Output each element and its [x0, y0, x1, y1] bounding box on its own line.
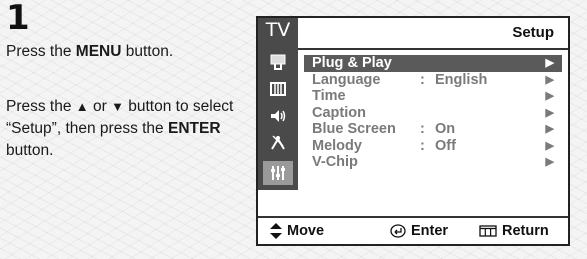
return-icon [479, 225, 497, 237]
setup-icon[interactable] [263, 161, 293, 185]
input-icon[interactable] [263, 50, 293, 74]
menu-item-caption[interactable]: Caption ▶ [304, 105, 562, 122]
footer-move: Move [270, 218, 324, 244]
menu-item-v-chip[interactable]: V-Chip ▶ [304, 154, 562, 171]
picture-icon[interactable] [263, 77, 293, 101]
instruction-press-menu: Press the MENU button. [6, 41, 241, 63]
up-down-arrow-icon [270, 223, 282, 239]
menu-item-value: English [435, 71, 488, 88]
instruction-text: button. [6, 142, 54, 159]
right-arrow-icon: ▶ [545, 90, 554, 102]
footer-enter: Enter [390, 218, 448, 244]
menu-sidebar: TV [258, 18, 298, 190]
instruction-select-setup: Press the ▲ or ▼ button to select “Setup… [6, 96, 241, 162]
instruction-text: button. [121, 43, 174, 60]
footer-return: Return [479, 218, 549, 244]
menu-list: Plug & Play ▶ Language : English ▶ Time … [304, 55, 562, 171]
step-number: 1 [6, 0, 30, 38]
enter-icon [390, 224, 406, 238]
menu-item-colon: : [420, 137, 425, 154]
menu-title: Setup [512, 24, 554, 41]
sound-icon[interactable] [263, 104, 293, 128]
menu-footer: Move Enter Return [258, 216, 568, 244]
title-divider [298, 48, 568, 50]
sidebar-label-tv: TV [265, 19, 291, 41]
menu-item-label: Melody [312, 137, 362, 154]
menu-item-melody[interactable]: Melody : Off ▶ [304, 138, 562, 155]
enter-button-label: ENTER [167, 120, 221, 137]
menu-item-colon: : [420, 71, 425, 88]
tv-setup-menu: TV Setup Plug & Play ▶ Language: Englis… [256, 16, 570, 246]
down-triangle-icon: ▼ [111, 99, 124, 114]
up-triangle-icon: ▲ [75, 99, 89, 114]
right-arrow-icon: ▶ [545, 73, 554, 86]
right-arrow-icon: ▶ [545, 106, 554, 119]
footer-move-label: Move [287, 223, 325, 239]
right-arrow-icon: ▶ [545, 123, 554, 135]
instruction-text: Press the [6, 98, 76, 115]
menu-item-label: Blue Screen [312, 121, 396, 137]
menu-item-plug-and-play[interactable]: Plug & Play ▶ [304, 55, 562, 72]
channel-icon[interactable] [263, 131, 293, 155]
footer-enter-label: Enter [411, 223, 449, 239]
right-arrow-icon: ▶ [545, 57, 554, 69]
menu-item-label: Caption [312, 104, 366, 121]
menu-item-value: Off [435, 137, 456, 154]
right-arrow-icon: ▶ [545, 156, 554, 168]
menu-item-colon: : [420, 121, 425, 137]
menu-item-time[interactable]: Time ▶ [304, 88, 562, 105]
menu-item-label: Time [312, 88, 346, 104]
right-arrow-icon: ▶ [545, 139, 554, 152]
menu-item-label: V-Chip [312, 154, 358, 170]
instruction-text: or [88, 98, 112, 115]
menu-button-label: MENU [75, 43, 122, 60]
instruction-text: Press the [6, 43, 76, 60]
menu-item-blue-screen[interactable]: Blue Screen : On ▶ [304, 121, 562, 138]
menu-item-language[interactable]: Language : English ▶ [304, 72, 562, 89]
menu-item-value: On [435, 121, 456, 137]
menu-item-label: Language [312, 71, 381, 88]
menu-item-label: Plug & Play [312, 55, 392, 71]
footer-return-label: Return [502, 223, 549, 239]
